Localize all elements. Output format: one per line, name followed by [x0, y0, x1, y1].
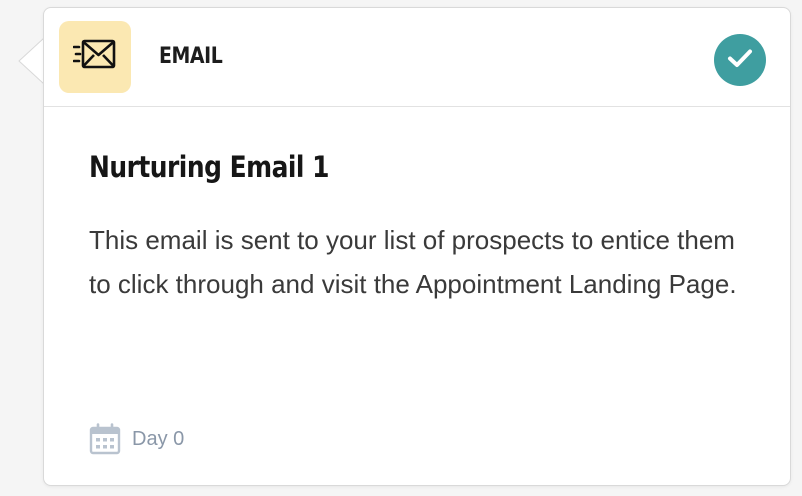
- email-step-card-wrapper: EMAIL Nurturing Email 1 This email is se…: [18, 7, 791, 486]
- step-title: Nurturing Email 1: [89, 150, 329, 184]
- email-fast-icon: [72, 38, 117, 77]
- step-type-label: EMAIL: [159, 44, 223, 69]
- email-step-card[interactable]: EMAIL Nurturing Email 1 This email is se…: [43, 7, 791, 486]
- step-footer: Day 0: [88, 422, 184, 456]
- status-completed-button[interactable]: [714, 34, 766, 86]
- step-description: This email is sent to your list of prosp…: [89, 225, 737, 299]
- card-header: EMAIL: [44, 8, 790, 107]
- step-type-icon-box: [59, 21, 131, 93]
- day-label: Day 0: [132, 427, 185, 450]
- calendar-icon: [88, 422, 122, 456]
- check-icon: [727, 48, 753, 73]
